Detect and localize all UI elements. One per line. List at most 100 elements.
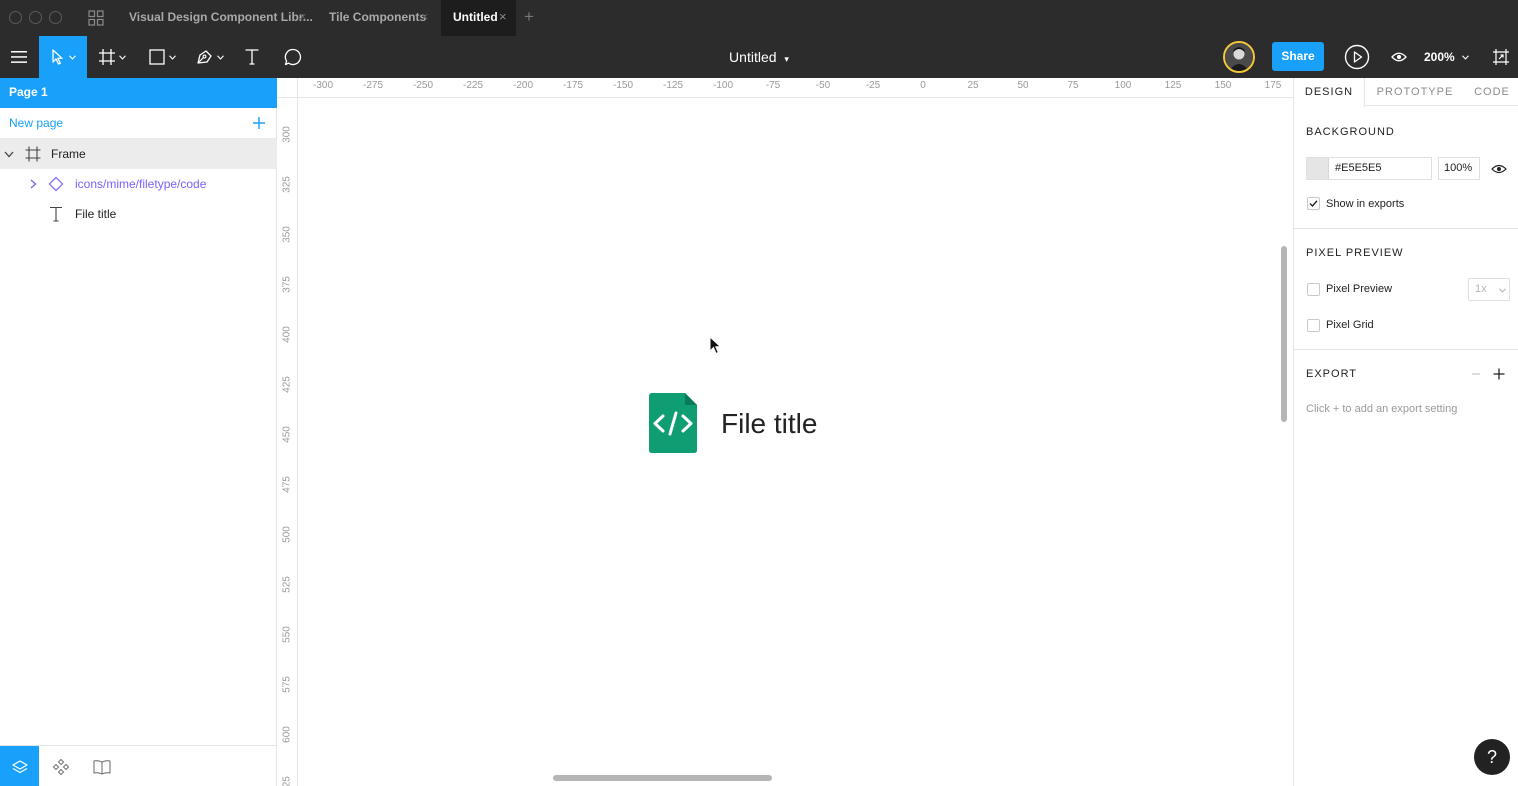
document-title-label[interactable]: Untitled [729,49,776,65]
help-button[interactable]: ? [1474,739,1510,775]
vertical-scrollbar[interactable] [1281,246,1287,422]
zoom-menu[interactable]: 200% [1424,36,1469,78]
background-color-swatch[interactable] [1307,158,1329,179]
tab-close-icon[interactable]: × [421,0,429,34]
layer-row-text[interactable]: File title [0,199,277,229]
minus-icon[interactable] [1470,368,1482,380]
avatar[interactable] [1223,41,1255,73]
pen-icon [197,50,212,64]
ruler-tick-label: 75 [1067,80,1079,91]
pixel-grid-checkbox[interactable] [1307,319,1320,332]
ruler-tick-label: -25 [865,80,881,91]
tab-layers[interactable] [0,746,39,786]
rectangle-icon [148,49,165,65]
ruler-tick-label: -200 [513,80,534,91]
tab-label: Untitled [453,10,498,24]
new-tab-button[interactable]: + [524,0,534,36]
toolbar: Untitled ▾ Share 200% [0,36,1518,78]
background-hex-value[interactable]: #E5E5E5 [1335,158,1381,179]
layer-label: File title [75,207,117,221]
layer-label: icons/mime/filetype/code [75,177,207,191]
pixel-preview-section-title: PIXEL PREVIEW [1306,247,1404,259]
text-tool-button[interactable] [238,36,266,78]
ruler-tick-label: -75 [765,80,781,91]
comment-tool-button[interactable] [278,36,308,78]
plus-icon[interactable] [1492,367,1506,381]
present-button[interactable] [1342,36,1372,78]
shape-tool-button[interactable] [140,36,184,78]
layer-row-frame[interactable]: Frame [0,139,277,169]
pixel-preview-label: Pixel Preview [1326,283,1393,295]
hamburger-icon [11,51,27,63]
horizontal-ruler: -300 -275 -250 -225 -200 -175 -150 -125 -100 -75-… [277,78,1293,98]
pixel-scale-select[interactable]: 1x [1468,278,1510,301]
zoom-level-label: 200% [1424,50,1455,64]
pixel-scale-value: 1x [1475,283,1487,295]
tab-library[interactable] [82,746,121,786]
ruler-tick-label: -175 [563,80,584,91]
window-close-button[interactable] [9,11,22,24]
chevron-right-icon[interactable] [27,178,39,190]
horizontal-scrollbar[interactable] [553,775,772,781]
checkmark-icon [1309,200,1318,208]
eye-icon[interactable] [1491,161,1507,177]
properties-tabs: DESIGN PROTOTYPE CODE [1294,78,1518,107]
show-in-exports-checkbox[interactable] [1307,197,1320,210]
ruler-tick-label: -150 [613,80,634,91]
share-button[interactable]: Share [1272,42,1324,71]
chevron-down-icon [1499,288,1506,293]
window-minimize-button[interactable] [29,11,42,24]
resize-frame-icon [1493,49,1509,65]
tab-label: Tile Components [329,10,427,24]
layers-panel: Page 1 New page Frame icons/mime/filetyp… [0,78,277,786]
tab-components[interactable] [41,746,80,786]
mouse-pointer-icon [709,336,722,355]
file-title-text[interactable]: File title [721,408,817,440]
menu-button[interactable] [0,36,38,78]
tab-prototype[interactable]: PROTOTYPE [1370,78,1460,106]
tab-code[interactable]: CODE [1468,78,1516,106]
ruler-tick-label: 600 [281,726,293,743]
grid-icon[interactable] [88,10,104,26]
show-in-exports-label: Show in exports [1326,198,1405,210]
view-settings-button[interactable] [1388,36,1410,78]
move-tool-button[interactable] [39,36,87,78]
inspect-toggle-button[interactable] [1488,36,1514,78]
background-opacity-field[interactable]: 100% [1438,157,1480,180]
chevron-down-icon [217,54,224,60]
section-divider [1294,349,1518,350]
ruler-tick-label: -100 [713,80,734,91]
ruler-tick-label: 350 [281,226,293,243]
ruler-tick-label: 450 [281,426,293,443]
background-color-field[interactable]: #E5E5E5 [1306,157,1432,180]
tab-label: Visual Design Component Libr... [129,10,313,24]
tab-tile-components[interactable]: Tile Components × [311,0,441,36]
chevron-down-icon[interactable] [3,148,15,160]
ruler-tick-label: 25 [967,80,979,91]
window-zoom-button[interactable] [49,11,62,24]
tab-untitled[interactable]: Untitled × [441,0,516,36]
ruler-tick-label: -275 [363,80,384,91]
ruler-tick-label: 525 [281,576,293,593]
tab-close-icon[interactable]: × [299,0,307,34]
plus-icon[interactable] [250,114,268,132]
ruler-tick-label: 375 [281,276,293,293]
cursor-arrow-icon [51,49,63,65]
tab-visual-design-component-library[interactable]: Visual Design Component Libr... × [111,0,317,36]
page-list-item[interactable]: Page 1 [0,78,277,108]
pen-tool-button[interactable] [188,36,232,78]
new-page-label[interactable]: New page [9,108,63,138]
new-page-row[interactable]: New page [0,108,277,139]
canvas[interactable] [299,99,1293,786]
chevron-down-icon[interactable]: ▾ [784,54,789,64]
left-panel-tabs [0,745,277,786]
pixel-preview-checkbox[interactable] [1307,283,1320,296]
tab-design[interactable]: DESIGN [1294,78,1365,107]
ruler-tick-label: 300 [281,126,293,143]
frame-tool-button[interactable] [90,36,134,78]
text-icon [245,49,259,65]
file-code-icon[interactable] [649,393,697,453]
ruler-tick-label: 500 [281,526,293,543]
tab-close-icon[interactable]: × [499,0,507,34]
layer-row-component[interactable]: icons/mime/filetype/code [0,169,277,199]
